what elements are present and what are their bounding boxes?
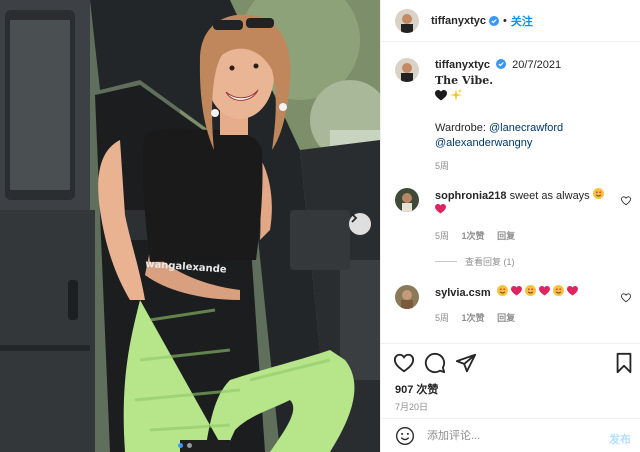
commenter-username[interactable]: sylvia.csm	[435, 287, 491, 299]
view-replies-button[interactable]: 查看回复 (1)	[435, 255, 515, 268]
comment-body: sophronia218 sweet as always 5周 1次赞 回复	[435, 188, 625, 244]
author-username[interactable]: tiffanyxtyc	[431, 15, 486, 27]
comment-age: 5周	[435, 313, 450, 323]
comment-likes[interactable]: 1次赞	[462, 313, 485, 323]
heart-eyes-emoji-icon	[552, 285, 564, 296]
caption-body: tiffanyxtyc 20/7/2021 The Vibe. Wardrobe…	[435, 58, 625, 174]
carousel-indicator	[178, 443, 192, 448]
follow-button[interactable]: 关注	[511, 13, 533, 29]
post-side-panel: tiffanyxtyc • 关注 tiffanyxtyc 20/7/2021 T…	[380, 0, 640, 452]
replies-divider-line	[435, 261, 457, 262]
commenter-avatar[interactable]	[395, 188, 419, 212]
carousel-dot	[187, 443, 192, 448]
comment-emoji-row	[496, 285, 578, 299]
save-bookmark-icon[interactable]	[613, 352, 635, 374]
commenter-username[interactable]: sophronia218	[435, 190, 507, 202]
heart-eyes-emoji-icon	[496, 285, 508, 296]
like-heart-icon[interactable]	[393, 352, 415, 374]
like-comment-heart-icon[interactable]	[621, 293, 631, 303]
header-separator: •	[503, 14, 507, 27]
comment-likes[interactable]: 1次赞	[462, 231, 485, 241]
carousel-dot-active	[178, 443, 183, 448]
heart-eyes-emoji-icon	[524, 285, 536, 296]
comment-text: sweet as always	[509, 190, 590, 202]
share-paper-plane-icon[interactable]	[455, 352, 477, 374]
mention-link[interactable]: @alexanderwangny	[435, 137, 532, 149]
post-date: 7月20日	[395, 402, 429, 412]
verified-badge-icon	[496, 59, 507, 69]
caption-username[interactable]: tiffanyxtyc	[435, 59, 490, 71]
emoji-smiley-icon[interactable]	[395, 426, 415, 446]
caption-title: The Vibe.	[435, 74, 494, 87]
caption-wardrobe-line: Wardrobe: @lanecrawford	[435, 121, 625, 136]
commenter-avatar[interactable]	[395, 285, 419, 309]
photo-illustration: wangalexande	[0, 0, 380, 452]
view-replies-label: 查看回复 (1)	[465, 257, 515, 267]
like-comment-heart-icon[interactable]	[621, 196, 631, 206]
mention-link[interactable]: @lanecrawford	[489, 122, 563, 134]
likes-count[interactable]: 907 次赞	[395, 381, 438, 397]
author-avatar[interactable]	[395, 8, 419, 33]
post-photo[interactable]: wangalexande	[0, 0, 380, 452]
caption-wardrobe-prefix: Wardrobe:	[435, 122, 490, 134]
comment-input[interactable]	[427, 429, 597, 442]
comment-bubble-icon[interactable]	[424, 352, 446, 374]
caption-emojis	[435, 89, 625, 106]
red-heart-icon	[435, 204, 446, 214]
comment-body: sylvia.csm 5周 1次赞 回复	[435, 285, 625, 326]
post-actions: 907 次赞 7月20日	[381, 343, 640, 418]
post-header: tiffanyxtyc • 关注	[381, 0, 640, 42]
post-comment-button[interactable]: 发布	[609, 431, 631, 447]
sparkles-icon	[450, 89, 463, 101]
heart-eyes-emoji-icon	[592, 188, 604, 199]
reply-button[interactable]: 回复	[497, 313, 515, 323]
chevron-right-icon	[351, 213, 358, 223]
comment-age: 5周	[435, 231, 450, 241]
instagram-post-dialog: wangalexande tiffanyxtyc • 关注 tiffanyxty…	[0, 0, 640, 452]
black-heart-icon	[435, 90, 447, 101]
caption-date: 20/7/2021	[512, 59, 562, 71]
red-heart-icon	[567, 286, 578, 296]
red-heart-icon	[510, 286, 522, 296]
caption-avatar[interactable]	[395, 58, 419, 82]
verified-badge-icon	[489, 15, 500, 26]
caption-age: 5周	[435, 161, 450, 171]
reply-button[interactable]: 回复	[497, 231, 515, 241]
next-image-button[interactable]	[349, 213, 371, 235]
comment-composer: 发布	[381, 418, 640, 452]
red-heart-icon	[538, 286, 550, 296]
comments-list[interactable]: tiffanyxtyc 20/7/2021 The Vibe. Wardrobe…	[381, 43, 640, 343]
